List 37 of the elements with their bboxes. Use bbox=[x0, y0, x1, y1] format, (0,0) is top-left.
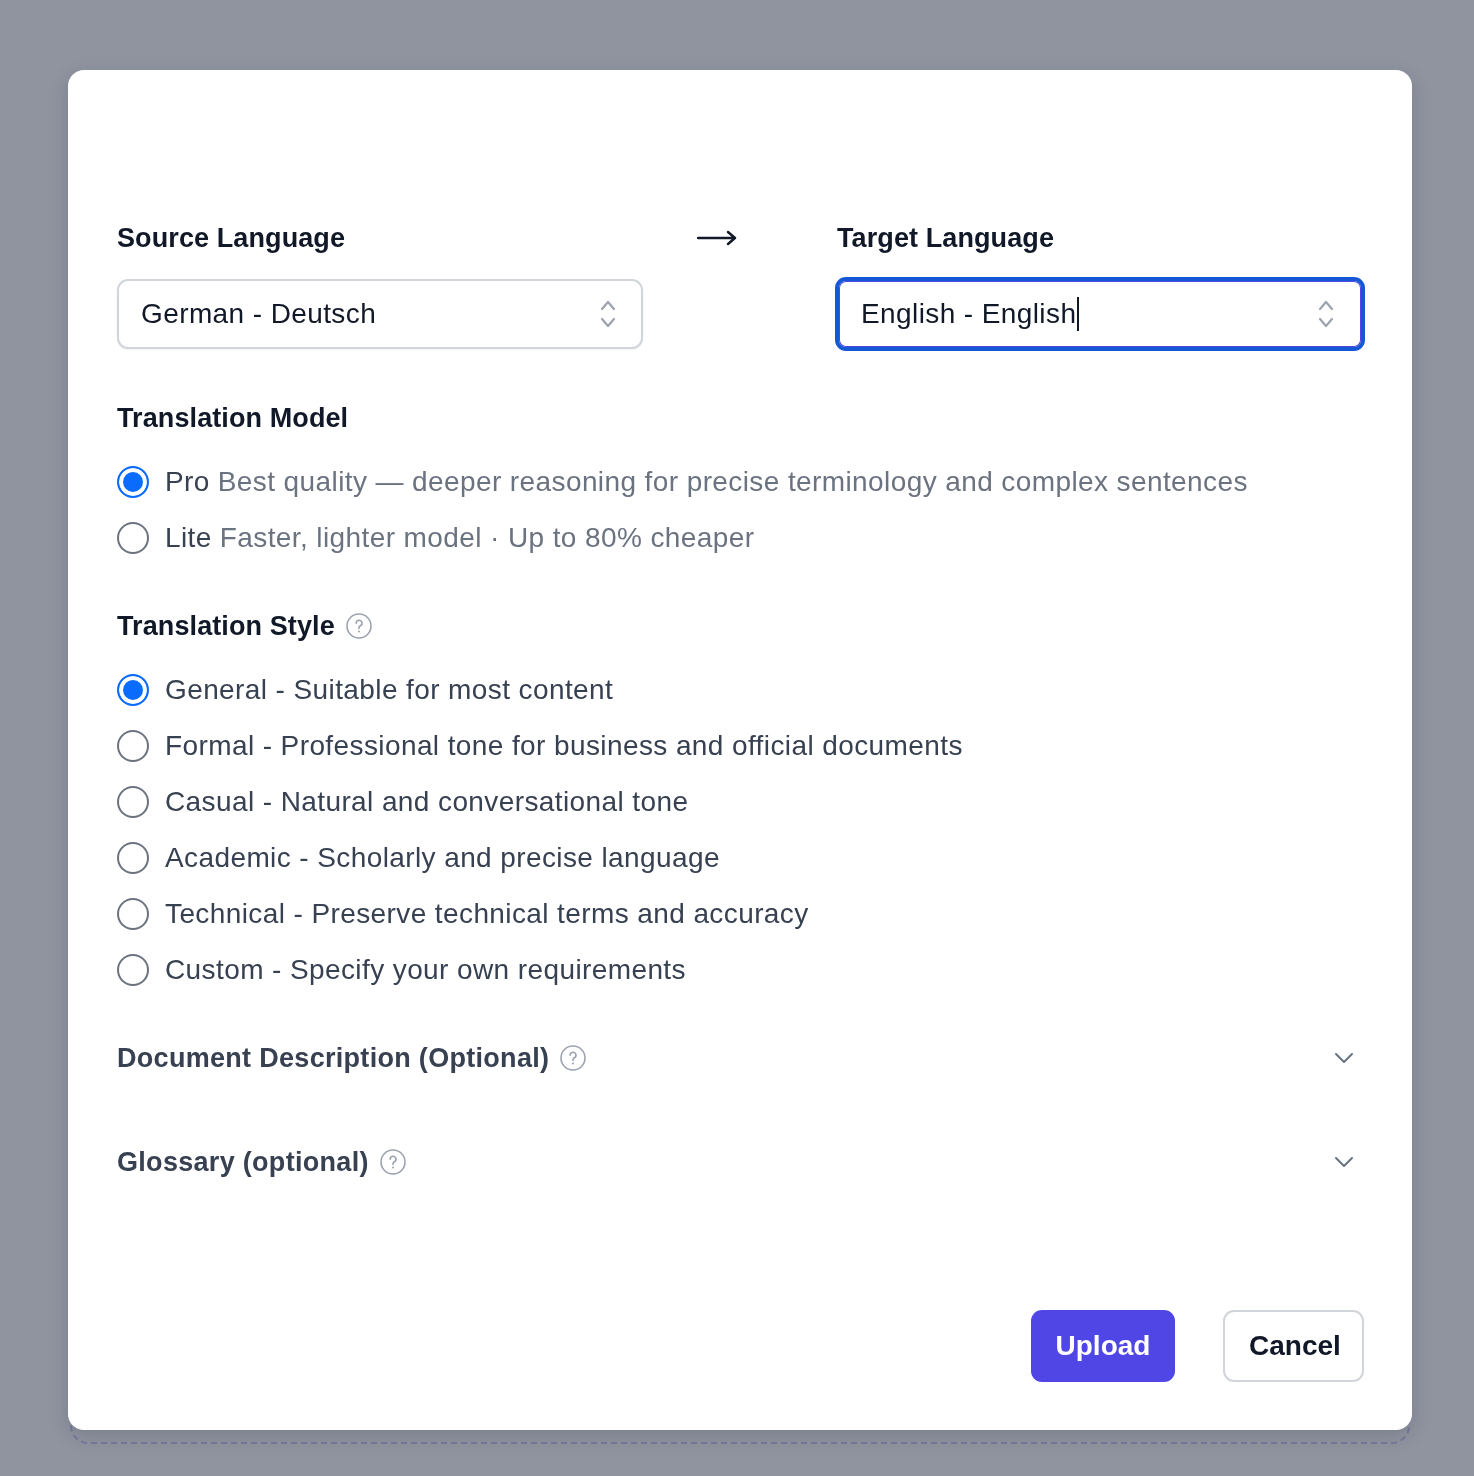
radio-button[interactable] bbox=[117, 466, 149, 498]
radio-button[interactable] bbox=[117, 954, 149, 986]
upload-button[interactable]: Upload bbox=[1031, 1310, 1175, 1382]
option-name: Pro bbox=[165, 466, 210, 498]
chevron-down-icon[interactable] bbox=[1334, 1156, 1354, 1168]
section-heading: Translation Model bbox=[117, 402, 349, 434]
radio-button[interactable] bbox=[117, 674, 149, 706]
option-label: Academic - Scholarly and precise language bbox=[165, 842, 720, 874]
radio-button[interactable] bbox=[117, 842, 149, 874]
cancel-button[interactable]: Cancel bbox=[1223, 1310, 1364, 1382]
option-name: Lite bbox=[165, 522, 212, 554]
field-label: Source Language bbox=[117, 222, 346, 254]
radio-button[interactable] bbox=[117, 786, 149, 818]
arrow-right-icon bbox=[697, 230, 737, 246]
chevron-down-icon[interactable] bbox=[1334, 1052, 1354, 1064]
radio-button[interactable] bbox=[117, 522, 149, 554]
section-heading: Translation Style bbox=[117, 610, 335, 642]
radio-button[interactable] bbox=[117, 898, 149, 930]
language-select[interactable]: English - English bbox=[835, 277, 1365, 351]
option-label: Custom - Specify your own requirements bbox=[165, 954, 686, 986]
option-label: Technical - Preserve technical terms and accuracy bbox=[165, 898, 809, 930]
section-title[interactable]: Glossary (optional) bbox=[117, 1146, 369, 1178]
chevron-up-down-icon bbox=[600, 299, 616, 329]
option-description: Faster, lighter model · Up to 80% cheaper bbox=[219, 522, 755, 554]
section-title[interactable]: Document Description (Optional) bbox=[117, 1042, 550, 1074]
option-description: Best quality — deeper reasoning for precise terminology and complex sentences bbox=[217, 466, 1248, 498]
text-cursor-icon bbox=[1077, 297, 1080, 331]
language-select[interactable]: German - Deutsch bbox=[117, 279, 643, 349]
option-label: Formal - Professional tone for business and official documents bbox=[165, 730, 963, 762]
help-icon[interactable] bbox=[379, 1149, 406, 1175]
help-icon[interactable] bbox=[345, 613, 372, 639]
option-label: General - Suitable for most content bbox=[165, 674, 614, 706]
help-icon[interactable] bbox=[560, 1045, 587, 1071]
field-label: Target Language bbox=[837, 222, 1055, 254]
option-label: Casual - Natural and conversational tone bbox=[165, 786, 689, 818]
chevron-up-down-icon bbox=[1318, 299, 1334, 329]
radio-button[interactable] bbox=[117, 730, 149, 762]
